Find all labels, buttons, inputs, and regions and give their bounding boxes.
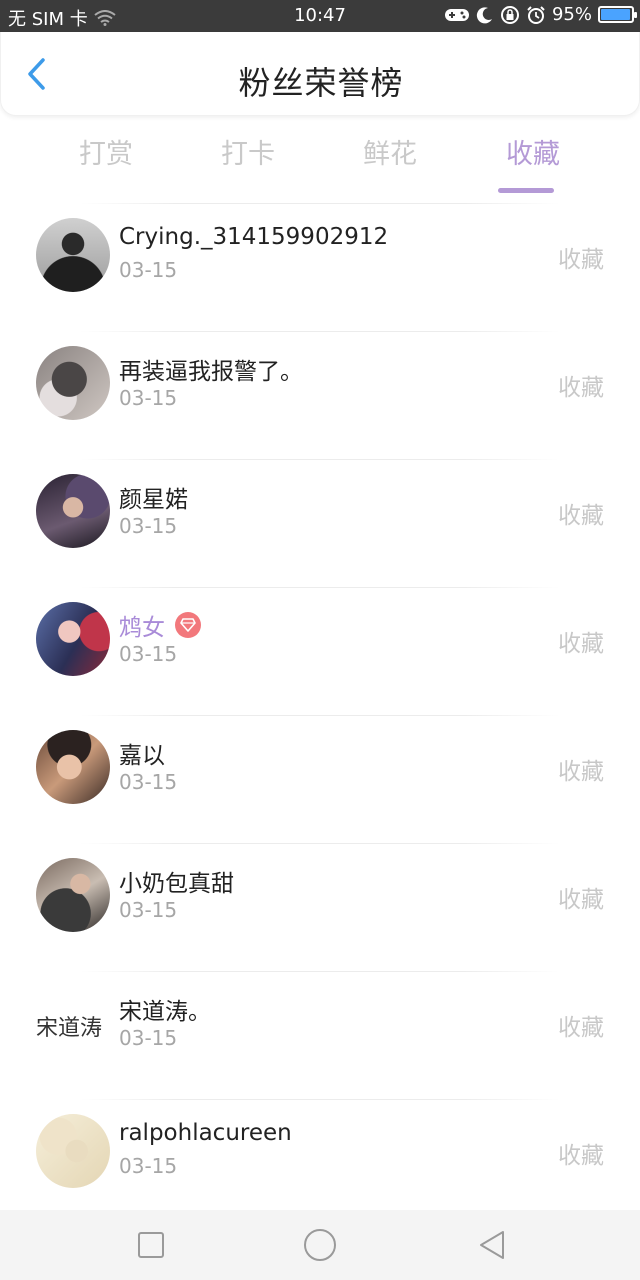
avatar[interactable] xyxy=(36,1114,110,1188)
tab-flowers[interactable]: 鲜花 xyxy=(330,132,450,171)
status-right: 95% xyxy=(444,4,637,25)
lock-rotation-icon xyxy=(500,5,520,25)
page-title: 粉丝荣誉榜 xyxy=(238,64,404,102)
fan-date: 03-15 xyxy=(119,898,178,922)
home-button[interactable] xyxy=(300,1227,340,1263)
fan-date: 03-15 xyxy=(119,514,178,538)
tab-label: 鲜花 xyxy=(363,139,417,170)
divider xyxy=(80,843,560,844)
avatar[interactable] xyxy=(36,858,110,932)
action-label: 收藏 xyxy=(558,503,604,529)
fan-date: 03-15 xyxy=(119,642,178,666)
avatar[interactable] xyxy=(36,474,110,548)
header: 粉丝荣誉榜 xyxy=(0,32,640,116)
battery-icon xyxy=(598,6,637,23)
fan-name: Crying._314159902912 xyxy=(119,224,389,250)
tab-label: 打赏 xyxy=(79,139,133,170)
avatar[interactable]: 宋道涛 xyxy=(36,1010,114,1042)
avatar[interactable] xyxy=(36,602,110,676)
tab-checkin[interactable]: 打卡 xyxy=(188,132,308,171)
action-label: 收藏 xyxy=(558,1015,604,1041)
tab-label: 收藏 xyxy=(506,139,560,170)
system-nav-bar xyxy=(0,1210,640,1280)
divider xyxy=(80,715,560,716)
list-item[interactable]: 鸩女 03-15 收藏 xyxy=(0,574,640,702)
fan-date: 03-15 xyxy=(119,770,178,794)
list-item[interactable]: 宋道涛 宋道涛。 03-15 收藏 xyxy=(0,958,640,1086)
recents-button[interactable] xyxy=(133,1227,169,1263)
status-bar: 无 SIM 卡 10:47 95% xyxy=(0,0,640,32)
fan-name: ralpohlacureen xyxy=(119,1120,292,1146)
tab-favorites[interactable]: 收藏 xyxy=(473,132,593,193)
tab-bar: 打赏 打卡 鲜花 收藏 xyxy=(0,120,640,193)
list-item[interactable]: Crying._314159902912 03-15 收藏 xyxy=(0,190,640,318)
fan-date: 03-15 xyxy=(119,258,178,282)
vip-diamond-icon xyxy=(175,612,201,638)
divider xyxy=(80,203,560,204)
avatar[interactable] xyxy=(36,346,110,420)
list-item[interactable]: 小奶包真甜 03-15 收藏 xyxy=(0,830,640,958)
fan-name: 宋道涛。 xyxy=(119,999,211,1025)
divider xyxy=(80,459,560,460)
circle-home-icon xyxy=(304,1229,336,1261)
divider xyxy=(80,1099,560,1100)
action-label: 收藏 xyxy=(558,375,604,401)
alarm-icon xyxy=(526,5,546,25)
fan-name: 再装逼我报警了。 xyxy=(119,359,303,385)
moon-icon xyxy=(476,6,494,24)
avatar[interactable] xyxy=(36,730,110,804)
list-item[interactable]: ralpohlacureen 03-15 收藏 xyxy=(0,1086,640,1214)
fan-name: 嘉以 xyxy=(119,743,165,769)
battery-percent: 95% xyxy=(551,4,592,25)
gamepad-icon xyxy=(444,6,470,24)
fan-date: 03-15 xyxy=(119,1154,178,1178)
action-label: 收藏 xyxy=(558,887,604,913)
divider xyxy=(80,971,560,972)
action-label: 收藏 xyxy=(558,631,604,657)
back-nav-button[interactable] xyxy=(474,1227,510,1263)
fan-list: Crying._314159902912 03-15 收藏 再装逼我报警了。 0… xyxy=(0,190,640,1214)
divider xyxy=(80,587,560,588)
fan-date: 03-15 xyxy=(119,1026,178,1050)
triangle-back-icon xyxy=(480,1231,504,1259)
fan-name: 小奶包真甜 xyxy=(119,871,234,897)
action-label: 收藏 xyxy=(558,1143,604,1169)
list-item[interactable]: 嘉以 03-15 收藏 xyxy=(0,702,640,830)
fan-name: 颜星婼 xyxy=(119,487,188,513)
avatar[interactable] xyxy=(36,218,110,292)
tab-label: 打卡 xyxy=(221,139,275,170)
list-item[interactable]: 颜星婼 03-15 收藏 xyxy=(0,446,640,574)
action-label: 收藏 xyxy=(558,759,604,785)
fan-name: 鸩女 xyxy=(119,608,201,642)
list-item[interactable]: 再装逼我报警了。 03-15 收藏 xyxy=(0,318,640,446)
tab-reward[interactable]: 打赏 xyxy=(46,132,166,171)
battery-fill xyxy=(601,9,630,20)
fan-date: 03-15 xyxy=(119,386,178,410)
divider xyxy=(80,331,560,332)
square-recents-icon xyxy=(138,1232,164,1258)
action-label: 收藏 xyxy=(558,247,604,273)
